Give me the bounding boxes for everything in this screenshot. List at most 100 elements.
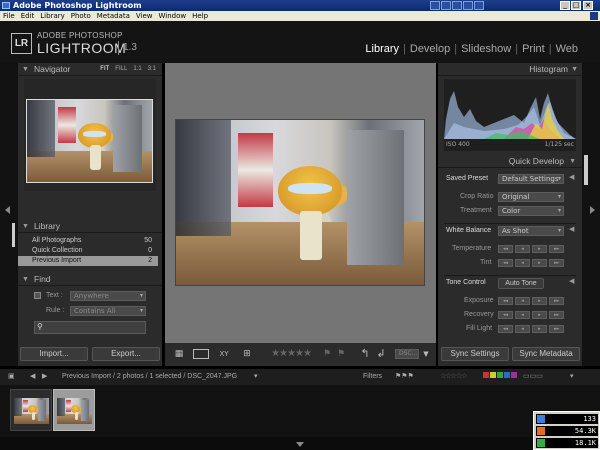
menu-library[interactable]: Library — [37, 11, 67, 21]
filter-stars[interactable]: ☆☆☆☆☆ — [440, 369, 467, 385]
zoom-1-1[interactable]: 1:1 — [133, 66, 141, 72]
recovery-step-2[interactable]: ◂ — [515, 311, 530, 319]
filter-menu-icon[interactable]: ▾ — [570, 369, 574, 385]
module-library[interactable]: Library — [365, 43, 399, 55]
zoom-fill[interactable]: FILL — [115, 66, 127, 72]
close-icon[interactable]: × — [583, 1, 593, 10]
filmstrip-thumb-2[interactable] — [53, 389, 95, 431]
find-search-input[interactable]: ⚲ — [34, 321, 146, 334]
library-header[interactable]: ▼ Library — [18, 220, 162, 233]
exposure-step-2[interactable]: ◂ — [515, 297, 530, 305]
maximize-icon[interactable]: □ — [571, 1, 581, 10]
flag-icon[interactable]: ⚑ — [321, 348, 333, 360]
right-panel-edge[interactable] — [582, 63, 600, 366]
module-develop[interactable]: Develop — [410, 43, 450, 55]
tray-icon-5[interactable] — [474, 1, 484, 10]
loupe-view-icon[interactable] — [193, 349, 209, 359]
module-web[interactable]: Web — [556, 43, 578, 55]
export-button[interactable]: Export... — [92, 347, 160, 361]
saved-preset-triangle-icon[interactable]: ◀ — [569, 173, 574, 181]
rotate-right-icon[interactable]: ↲ — [375, 348, 387, 360]
collapse-triangle-icon[interactable]: ▼ — [571, 63, 578, 76]
recovery-step-3[interactable]: ▸ — [532, 311, 547, 319]
collapse-triangle-icon[interactable]: ▼ — [22, 63, 29, 76]
collapse-triangle-icon[interactable]: ▼ — [569, 155, 576, 168]
find-checkbox[interactable] — [34, 292, 41, 299]
tint-step-3[interactable]: ▸ — [532, 259, 547, 267]
filter-color-labels[interactable] — [483, 369, 517, 385]
collapse-bottom-icon[interactable] — [296, 442, 304, 447]
module-slideshow[interactable]: Slideshow — [461, 43, 511, 55]
collapse-right-icon[interactable] — [590, 206, 595, 214]
tint-step-2[interactable]: ◂ — [515, 259, 530, 267]
tray-icon-2[interactable] — [441, 1, 451, 10]
left-scrollbar[interactable] — [12, 223, 15, 247]
rating-stars[interactable]: ★★★★★ — [265, 348, 317, 360]
library-item-quick[interactable]: Quick Collection 0 — [18, 246, 158, 256]
quick-develop-header[interactable]: Quick Develop ▼ — [438, 155, 582, 168]
temperature-step-3[interactable]: ▸ — [532, 245, 547, 253]
recovery-step-1[interactable]: ◂◂ — [498, 311, 513, 319]
fill-light-step-1[interactable]: ◂◂ — [498, 325, 513, 333]
navigator-header[interactable]: ▼ Navigator FIT FILL 1:1 3:1 — [18, 63, 162, 76]
toolbar-menu-icon[interactable]: ▼ — [421, 348, 431, 360]
temperature-step-2[interactable]: ◂ — [515, 245, 530, 253]
import-button[interactable]: Import... — [20, 347, 88, 361]
forward-arrow-icon[interactable]: ▶ — [42, 369, 47, 385]
fill-light-step-4[interactable]: ▸▸ — [549, 325, 564, 333]
sort-select[interactable]: DSC... — [395, 349, 419, 359]
filter-switch[interactable]: ▭▭▭ — [523, 369, 543, 385]
exposure-step-3[interactable]: ▸ — [532, 297, 547, 305]
collapse-triangle-icon[interactable]: ▼ — [22, 273, 29, 286]
left-panel-edge[interactable] — [0, 63, 18, 366]
histogram-header[interactable]: Histogram ▼ — [438, 63, 582, 76]
tone-control-triangle-icon[interactable]: ◀ — [569, 277, 574, 285]
menu-photo[interactable]: Photo — [68, 11, 94, 21]
white-balance-triangle-icon[interactable]: ◀ — [569, 225, 574, 233]
collapse-triangle-icon[interactable]: ▼ — [22, 220, 29, 233]
tint-step-4[interactable]: ▸▸ — [549, 259, 564, 267]
menu-help[interactable]: Help — [189, 11, 211, 21]
filmstrip-path[interactable]: Previous Import / 2 photos / 1 selected … — [62, 369, 237, 385]
filmstrip-thumb-1[interactable] — [10, 389, 52, 431]
menu-edit[interactable]: Edit — [18, 11, 38, 21]
recovery-step-4[interactable]: ▸▸ — [549, 311, 564, 319]
tray-icon-4[interactable] — [463, 1, 473, 10]
filter-flag-icons[interactable]: ⚑⚑⚑ — [395, 369, 414, 385]
collapse-left-icon[interactable] — [5, 206, 10, 214]
fill-light-step-3[interactable]: ▸ — [532, 325, 547, 333]
white-balance-select[interactable]: As Shot ▾ — [498, 226, 564, 236]
tray-icon-1[interactable] — [430, 1, 440, 10]
crop-ratio-select[interactable]: Original ▾ — [498, 192, 564, 202]
menu-view[interactable]: View — [133, 11, 156, 21]
main-photo[interactable] — [175, 119, 425, 286]
menu-metadata[interactable]: Metadata — [94, 11, 133, 21]
right-scrollbar[interactable] — [584, 155, 588, 185]
navigator-preview[interactable] — [24, 79, 156, 191]
zoom-fit[interactable]: FIT — [100, 66, 109, 72]
sync-metadata-button[interactable]: Sync Metadata — [512, 347, 580, 361]
find-header[interactable]: ▼ Find — [18, 273, 162, 286]
compare-view-icon[interactable]: XY — [215, 348, 233, 360]
saved-preset-select[interactable]: Default Settings ▾ — [498, 174, 564, 184]
exposure-step-1[interactable]: ◂◂ — [498, 297, 513, 305]
rotate-left-icon[interactable]: ↰ — [359, 348, 371, 360]
tint-step-1[interactable]: ◂◂ — [498, 259, 513, 267]
find-rule-select[interactable]: Contains All ▾ — [70, 306, 146, 316]
fill-light-step-2[interactable]: ◂ — [515, 325, 530, 333]
menu-window[interactable]: Window — [156, 11, 190, 21]
sync-settings-button[interactable]: Sync Settings — [441, 347, 509, 361]
filmstrip-toggle-icon[interactable]: ▣ — [8, 369, 15, 385]
auto-tone-button[interactable]: Auto Tone — [498, 278, 544, 289]
menu-file[interactable]: File — [0, 11, 18, 21]
reject-flag-icon[interactable]: ⚑ — [335, 348, 347, 360]
temperature-step-1[interactable]: ◂◂ — [498, 245, 513, 253]
zoom-3-1[interactable]: 3:1 — [148, 66, 156, 72]
minimize-icon[interactable]: _ — [560, 1, 570, 10]
tray-icon-3[interactable] — [452, 1, 462, 10]
find-text-select[interactable]: Anywhere ▾ — [70, 291, 146, 301]
back-arrow-icon[interactable]: ◀ — [30, 369, 35, 385]
treatment-select[interactable]: Color ▾ — [498, 206, 564, 216]
module-print[interactable]: Print — [522, 43, 545, 55]
library-item-previous-import[interactable]: Previous Import 2 — [18, 256, 158, 266]
